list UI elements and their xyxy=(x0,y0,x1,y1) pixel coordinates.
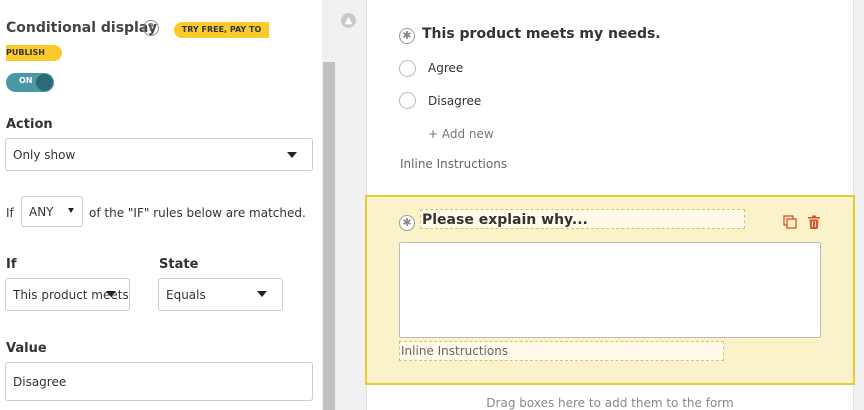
conditional-display-toggle[interactable]: ON xyxy=(6,73,54,92)
rule-match-value: ANY xyxy=(29,204,54,219)
toggle-knob xyxy=(36,74,53,91)
radio-disagree[interactable] xyxy=(399,92,416,109)
inline-instructions[interactable]: Inline Instructions xyxy=(400,157,507,171)
conditional-display-panel: Conditional display ? TRY FREE, PAY TO P… xyxy=(0,0,322,410)
drop-zone-hint: Drag boxes here to add them to the form xyxy=(486,396,734,410)
upgrade-badge[interactable]: TRY FREE, PAY TO xyxy=(174,22,269,38)
value-input[interactable]: Disagree xyxy=(5,362,313,401)
if-label: If xyxy=(6,257,17,272)
radio-agree[interactable] xyxy=(399,60,416,77)
copy-icon[interactable] xyxy=(783,215,797,229)
question-title: Please explain why... xyxy=(422,212,588,228)
answer-textarea[interactable] xyxy=(399,242,821,338)
chevron-down-icon xyxy=(68,208,74,213)
chevron-down-icon xyxy=(106,291,116,297)
option-label: Agree xyxy=(428,61,464,75)
arrow-up-icon[interactable]: ▲ xyxy=(341,13,356,28)
rule-match-suffix: of the "IF" rules below are matched. xyxy=(89,206,306,220)
chevron-down-icon xyxy=(257,291,267,297)
question-title[interactable]: This product meets my needs. xyxy=(422,26,661,42)
upgrade-badge-continued[interactable]: PUBLISH xyxy=(6,45,62,61)
state-label: State xyxy=(159,257,199,272)
action-label: Action xyxy=(6,117,53,132)
value-input-text: Disagree xyxy=(13,374,67,389)
rule-match-prefix: If xyxy=(6,206,14,220)
add-new-option-link[interactable]: + Add new xyxy=(428,127,494,141)
state-value: Equals xyxy=(166,287,206,302)
help-icon[interactable]: ? xyxy=(143,20,159,36)
chevron-down-icon xyxy=(287,152,297,158)
toggle-label: ON xyxy=(19,76,33,85)
required-icon: ✱ xyxy=(399,215,415,231)
option-label: Disagree xyxy=(428,94,482,108)
trash-icon[interactable] xyxy=(807,215,821,230)
inline-instructions: Inline Instructions xyxy=(401,344,509,358)
action-select[interactable]: Only show xyxy=(5,138,313,171)
scrollbar-thumb[interactable] xyxy=(323,62,335,410)
action-select-value: Only show xyxy=(13,147,76,162)
required-icon: ✱ xyxy=(399,28,415,44)
value-label: Value xyxy=(6,341,47,356)
conditional-display-heading: Conditional display xyxy=(6,20,157,36)
